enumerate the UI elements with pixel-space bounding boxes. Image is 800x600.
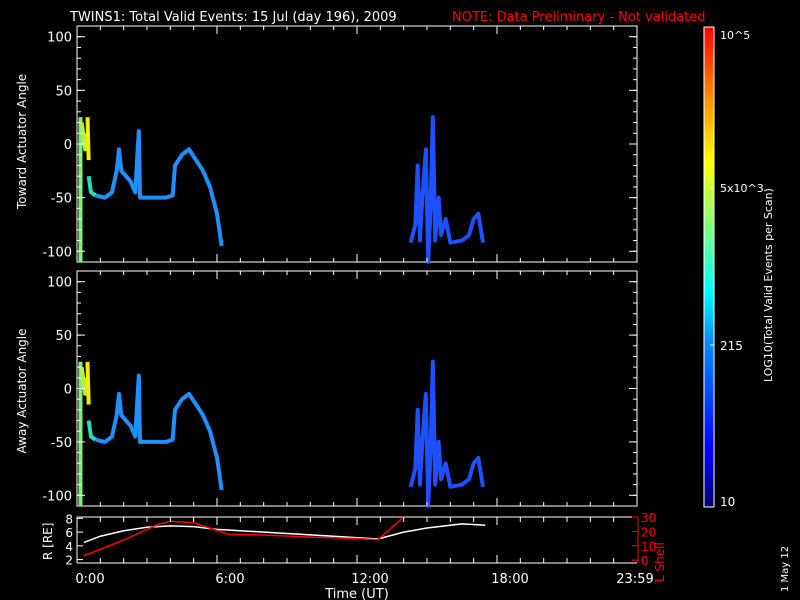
colorbar-tick-label: 10 [720, 495, 735, 509]
y-tick-label: -100 [42, 245, 72, 260]
colorbar: 10^5 5x10^3 215 10 LOG10(Total Valid Eve… [703, 26, 775, 509]
event-trace [95, 129, 224, 247]
left-y-tick-label: 2 [65, 554, 73, 568]
plot-frame [76, 270, 638, 507]
lshell-line [83, 516, 405, 557]
x-tick-label: 18:00 [491, 572, 528, 587]
title-main: TWINS1: Total Valid Events: 15 Jul (day … [69, 10, 397, 25]
x-tick-label: 23:59 [616, 572, 653, 587]
colorbar-tick-label: 215 [720, 339, 743, 353]
x-axis-label: Time (UT) [324, 587, 389, 600]
orbit-panel: 0:00 6:00 12:00 18:00 23:59 Time (UT) 8642 3020… [41, 511, 667, 600]
y-tick-label: 100 [47, 31, 72, 46]
y-tick-label: -50 [51, 192, 72, 207]
y-tick-label: -100 [42, 489, 72, 504]
x-tick-label: 12:00 [351, 572, 388, 587]
event-trace [86, 175, 97, 198]
y-tick-label: 50 [55, 329, 72, 344]
y-tick-label: 50 [55, 84, 72, 99]
away-panel: 100 50 0 -50 -100 Away Actuator Angle [15, 270, 638, 508]
y-tick-label: -50 [51, 436, 72, 451]
event-trace [85, 117, 91, 161]
left-y-tick-label: 8 [65, 512, 73, 526]
colorbar-tick-label: 10^5 [720, 29, 750, 42]
left-y-tick-label: 4 [65, 540, 73, 554]
y-tick-label: 100 [47, 276, 72, 291]
colorbar-gradient [703, 26, 715, 508]
title-note: NOTE: Data Preliminary - Not validated [452, 10, 706, 25]
event-trace [86, 420, 97, 442]
left-y-axis-label: R [RE] [41, 523, 55, 560]
twins-plot: TWINS1: Total Valid Events: 15 Jul (day … [15, 10, 791, 600]
x-tick-label: 6:00 [215, 572, 244, 587]
colorbar-tick-label: 5x10^3 [720, 182, 764, 195]
x-tick-label: 0:00 [75, 572, 104, 587]
right-y-tick-label: 30 [641, 511, 656, 525]
right-y-axis-label: L Shell [653, 542, 667, 582]
colorbar-label: LOG10(Total Valid Events per Scan) [762, 188, 775, 382]
radius-line [83, 523, 486, 544]
plot-frame [76, 25, 638, 263]
y-axis-label: Away Actuator Angle [15, 328, 29, 453]
y-tick-label: 0 [64, 138, 72, 153]
toward-panel: 100 50 0 -50 -100 Toward Actuator Angle [15, 25, 638, 264]
right-y-tick-label: 20 [641, 525, 656, 539]
y-tick-label: 0 [64, 383, 72, 398]
event-trace [95, 373, 224, 491]
left-y-tick-label: 6 [65, 526, 73, 540]
date-stamp: 1 May 12 [780, 546, 791, 592]
event-trace [408, 359, 485, 508]
event-trace [408, 115, 485, 264]
right-y-tick-label: 0 [641, 554, 649, 568]
event-trace [85, 361, 91, 405]
y-axis-label: Toward Actuator Angle [15, 74, 29, 210]
